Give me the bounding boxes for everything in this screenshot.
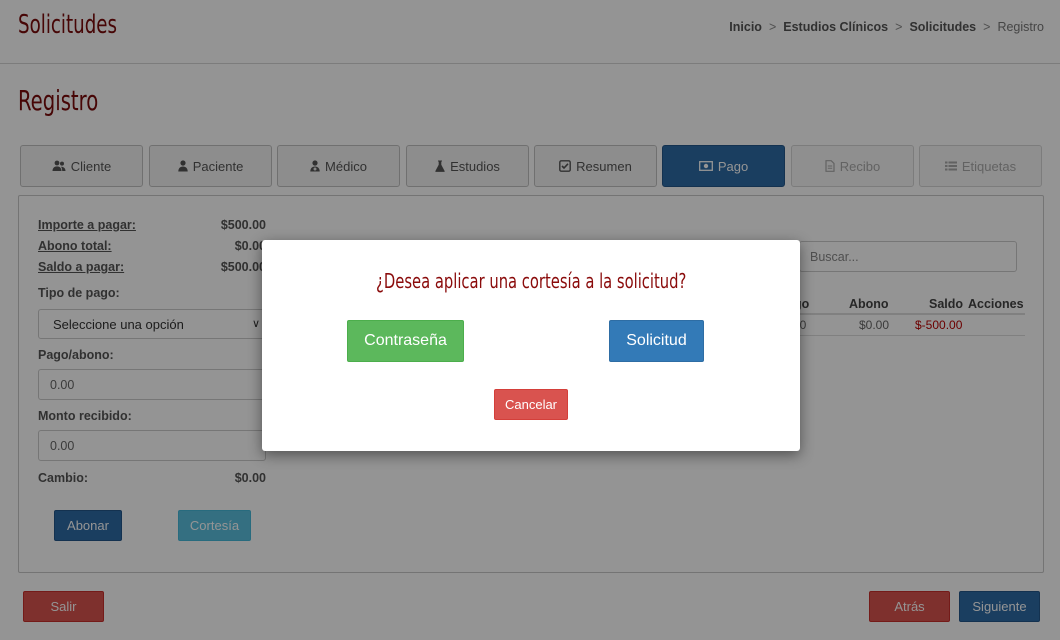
contrasena-button[interactable]: Contraseña — [347, 320, 464, 362]
dialog-title-text: ¿Desea aplicar una cortesía a la solicit… — [375, 269, 687, 293]
dialog-title: ¿Desea aplicar una cortesía a la solicit… — [262, 269, 800, 293]
cortesia-dialog: ¿Desea aplicar una cortesía a la solicit… — [262, 240, 800, 451]
solicitud-button[interactable]: Solicitud — [609, 320, 704, 362]
cancelar-button[interactable]: Cancelar — [494, 389, 568, 420]
